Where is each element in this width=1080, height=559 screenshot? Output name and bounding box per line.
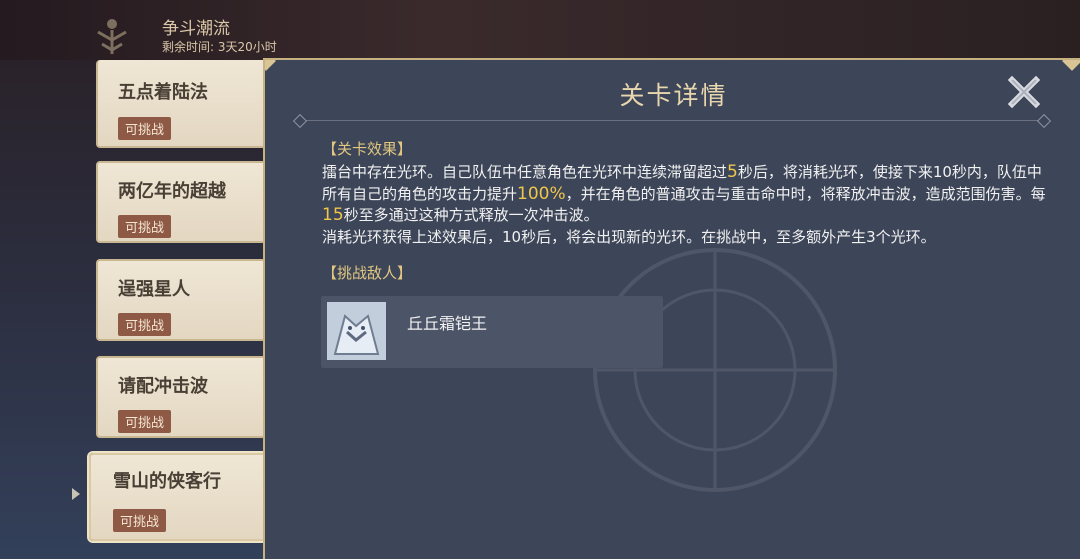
divider-ornament-icon (292, 113, 308, 129)
selected-pointer-icon (72, 488, 80, 500)
effect-description: 擂台中存在光环。自己队伍中任意角色在光环中连续滞留超过5秒后，将消耗光环，使接下… (322, 162, 1052, 248)
enemy-name: 丘丘霜铠王 (407, 314, 488, 333)
stage-card-2[interactable]: 两亿年的超越 可挑战 (96, 161, 276, 243)
stage-status-badge: 可挑战 (118, 410, 172, 433)
stage-name: 请配冲击波 (118, 376, 208, 397)
effect-text-part: 秒至多通过这种方式释放一次冲击波。 (343, 206, 599, 224)
stage-card-4[interactable]: 请配冲击波 可挑战 (96, 356, 276, 438)
title-divider (299, 120, 1044, 121)
stage-name: 两亿年的超越 (118, 181, 226, 202)
effect-highlight: 15 (322, 205, 344, 225)
stage-card-3[interactable]: 逞强星人 可挑战 (96, 259, 276, 341)
divider-ornament-icon (1036, 113, 1052, 129)
stage-list: 五点着陆法 可挑战 两亿年的超越 可挑战 逞强星人 可挑战 请配冲击波 可挑战 … (0, 60, 276, 559)
stage-card-5[interactable]: 雪山的侠客行 可挑战 (89, 453, 275, 541)
effect-text-part: ，并在角色的普通攻击与重击命中时，将释放冲击波，造成范围伤害。每 (565, 184, 1046, 203)
stage-status-badge: 可挑战 (113, 509, 167, 532)
close-icon[interactable] (1007, 75, 1041, 109)
stage-name: 雪山的侠客行 (113, 471, 221, 492)
stage-detail-dialog: 关卡详情 【关卡效果】 擂台中存在光环。自己队伍中任意角色在光环中连续滞留超过5… (263, 58, 1080, 559)
stage-name: 五点着陆法 (118, 82, 208, 103)
remaining-value: 3天20小时 (217, 40, 277, 54)
stage-status-badge: 可挑战 (118, 117, 172, 140)
dialog-title: 关卡详情 (619, 81, 728, 110)
remaining-label: 剩余时间: (162, 40, 215, 54)
corner-ornament-icon (1062, 60, 1080, 71)
stage-name: 逞强星人 (118, 279, 190, 300)
event-header: 争斗潮流 剩余时间: 3天20小时 (0, 0, 1080, 60)
stage-status-badge: 可挑战 (118, 215, 172, 238)
enemy-header: 【挑战敌人】 (322, 264, 413, 282)
event-emblem-icon (97, 19, 127, 54)
effect-highlight: 100% (517, 183, 566, 204)
enemy-portrait-icon (327, 302, 386, 360)
stage-card-1[interactable]: 五点着陆法 可挑战 (96, 60, 276, 148)
stage-status-badge: 可挑战 (118, 313, 172, 336)
background-emblem-icon (593, 248, 837, 492)
effect-text-part: 消耗光环获得上述效果后，10秒后，将会出现新的光环。在挑战中，至多额外产生3个光… (322, 227, 936, 246)
corner-ornament-icon (265, 60, 276, 71)
effect-text-part: 擂台中存在光环。自己队伍中任意角色在光环中连续滞留超过 (322, 163, 728, 181)
remaining-time: 剩余时间: 3天20小时 (162, 38, 277, 55)
event-title: 争斗潮流 (162, 19, 230, 39)
enemy-card[interactable]: 丘丘霜铠王 (321, 296, 663, 368)
effect-highlight: 5 (727, 162, 738, 182)
effect-header: 【关卡效果】 (322, 140, 413, 158)
